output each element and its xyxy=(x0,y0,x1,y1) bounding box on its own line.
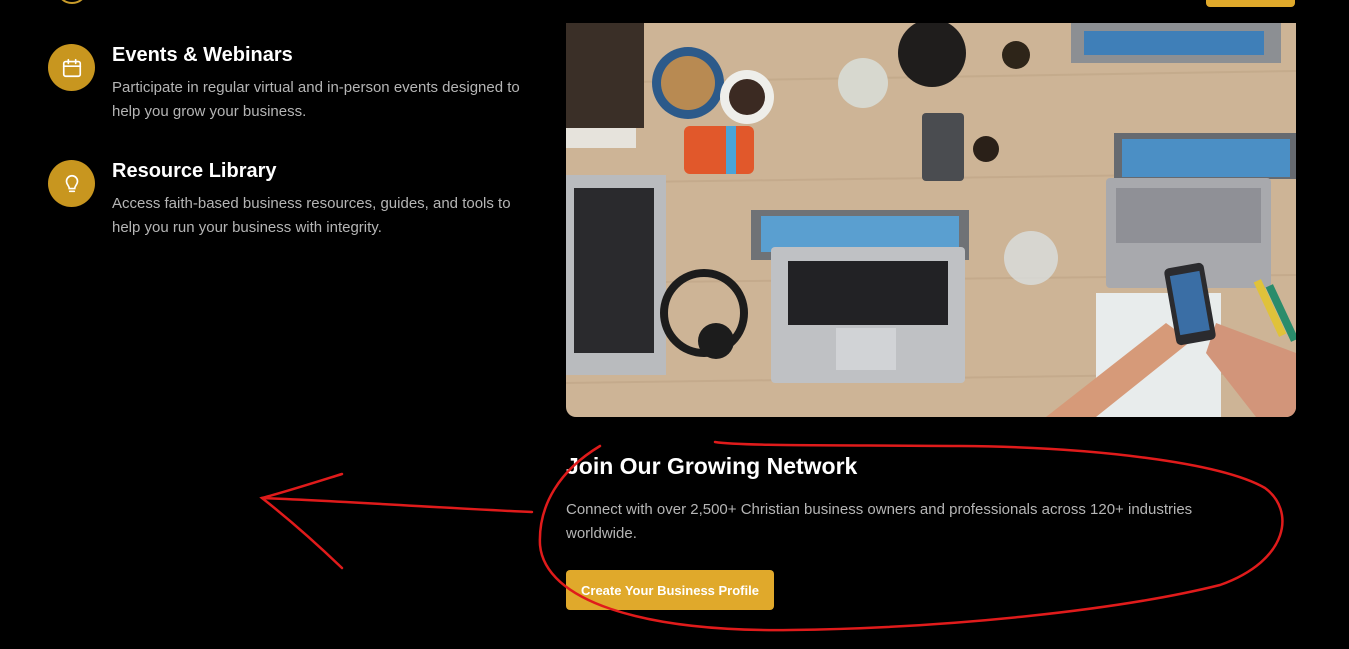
annotation-arrow-head xyxy=(259,472,344,570)
lightbulb-icon xyxy=(65,174,78,192)
feature-title: Events & Webinars xyxy=(112,44,293,66)
cta-description: Connect with over 2,500+ Christian busin… xyxy=(566,501,1193,542)
feature-description: Access faith-based business resources, g… xyxy=(112,195,511,236)
partial-header-button[interactable] xyxy=(1206,0,1295,7)
feature-icon-circle xyxy=(48,160,95,207)
calendar-icon xyxy=(62,58,81,77)
cta-heading: Join Our Growing Network xyxy=(566,453,858,479)
workspace-photo xyxy=(566,23,1296,417)
partial-feature-icon xyxy=(56,0,88,4)
create-business-profile-button[interactable]: Create Your Business Profile xyxy=(566,570,774,610)
feature-title: Resource Library xyxy=(112,160,277,182)
feature-description: Participate in regular virtual and in-pe… xyxy=(112,79,520,120)
annotation-arrow-shaft xyxy=(260,496,534,514)
feature-icon-circle xyxy=(48,44,95,91)
